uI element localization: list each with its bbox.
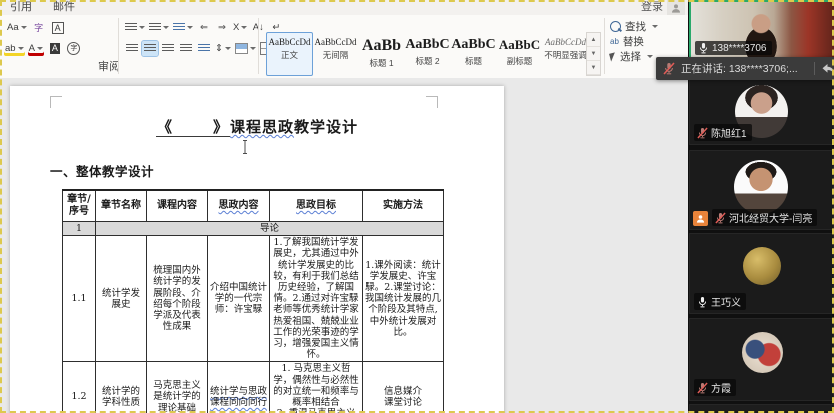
align-left-button[interactable] <box>124 41 140 56</box>
bullets-button[interactable] <box>124 20 146 35</box>
gallery-up-button[interactable]: ▲ <box>587 33 600 47</box>
shading-button[interactable] <box>234 41 257 56</box>
table-row: 1.2 统计学的学科性质 马克思主义是统计学的理论基础 统计学与思政课程同向同行… <box>63 362 444 413</box>
table-section-row: 1 导论 <box>63 222 444 236</box>
account-avatar-icon[interactable] <box>667 0 685 15</box>
ribbon-tab-bar: 引用 邮件 审阅 视图 登录 <box>0 0 688 15</box>
find-icon <box>610 21 621 32</box>
replace-icon: ab <box>610 37 619 46</box>
character-border-button[interactable]: A <box>50 20 66 35</box>
tab-mailings[interactable]: 邮件 <box>53 0 75 15</box>
table-header-row: 章节/序号 章节名称 课程内容 思政内容 思政目标 实施方法 <box>63 190 444 222</box>
change-case-button[interactable]: Aa <box>6 20 28 35</box>
host-badge-icon <box>693 211 708 226</box>
select-button[interactable]: 选择 <box>610 49 653 64</box>
col-course-content: 课程内容 <box>147 190 208 222</box>
avatar <box>743 247 781 285</box>
enclose-characters-button[interactable]: 字 <box>66 41 82 56</box>
participant-name-chip: 138****3706 <box>695 41 772 55</box>
col-chapter-no: 章节/序号 <box>63 190 96 222</box>
font-color-button[interactable]: A <box>28 41 44 56</box>
gallery-more-button[interactable]: ▼ <box>587 61 600 75</box>
style-no-spacing[interactable]: AaBbCcDd 无间隔 <box>312 32 359 76</box>
toast-divider <box>814 62 815 75</box>
document-canvas: 《》课程思政教学设计 一、整体教学设计 章节/序号 章节名称 课程内容 <box>0 78 672 413</box>
participant-tile[interactable]: 方霞 <box>689 318 834 401</box>
align-center-button[interactable] <box>142 41 158 56</box>
avatar <box>742 332 783 373</box>
style-title[interactable]: AaBbC 标题 <box>450 32 497 76</box>
line-spacing-button[interactable]: ⇕ <box>214 41 232 56</box>
speaking-toast: 正在讲话: 138****3706;... <box>656 57 834 80</box>
text-cursor-ibeam <box>241 139 249 159</box>
replace-button[interactable]: ab 替换 <box>610 34 644 49</box>
justify-button[interactable] <box>178 41 194 56</box>
align-right-button[interactable] <box>160 41 176 56</box>
participant-name-chip: 陈旭红1 <box>694 124 752 141</box>
col-chapter-name: 章节名称 <box>96 190 147 222</box>
margin-mark-top-right <box>426 96 438 108</box>
mic-muted-icon <box>663 62 675 75</box>
speaking-toast-text: 正在讲话: 138****3706;... <box>681 61 808 76</box>
avatar <box>734 160 788 214</box>
document-page[interactable]: 《》课程思政教学设计 一、整体教学设计 章节/序号 章节名称 课程内容 <box>10 86 504 413</box>
style-gallery-scroll: ▲ ▼ ▼ <box>586 32 601 76</box>
section-heading: 一、整体教学设计 <box>50 161 504 180</box>
mic-on-icon <box>697 296 708 308</box>
style-heading2[interactable]: AaBbC 标题 2 <box>404 32 451 76</box>
mic-on-icon <box>698 42 709 54</box>
tab-references[interactable]: 引用 <box>10 0 32 15</box>
participant-tile[interactable]: 河北经贸大学-闫亮 <box>689 150 834 230</box>
sign-in-link[interactable]: 登录 <box>641 0 663 15</box>
document-title: 《》课程思政教学设计 <box>10 116 504 137</box>
ribbon-body: Aa 字 A ab A A 字 ⇐ ⇒ <box>0 15 688 62</box>
increase-indent-button[interactable]: ⇒ <box>214 20 230 35</box>
find-button[interactable]: 查找 <box>610 19 658 34</box>
asian-layout-button[interactable]: X <box>232 20 248 35</box>
numbering-button[interactable] <box>148 20 170 35</box>
participant-name-chip: 方霞 <box>694 379 736 396</box>
participant-tile[interactable]: 王巧义 <box>689 233 834 314</box>
select-cursor-icon <box>609 52 617 61</box>
participant-tile-partial[interactable] <box>689 404 834 413</box>
participant-tile-active-speaker[interactable]: 138****3706 <box>689 0 834 61</box>
col-ideology-goal: 思政目标 <box>270 190 363 222</box>
word-window: 引用 邮件 审阅 视图 登录 Aa 字 A ab A A <box>0 0 688 413</box>
col-method: 实施方法 <box>363 190 444 222</box>
style-heading1[interactable]: AaBb 标题 1 <box>358 32 405 76</box>
reply-arrow-icon[interactable] <box>821 63 834 75</box>
gallery-down-button[interactable]: ▼ <box>587 47 600 61</box>
mic-muted-icon <box>697 127 708 139</box>
distribute-button[interactable] <box>196 41 212 56</box>
phonetic-guide-button[interactable]: 字 <box>31 20 47 35</box>
table-row: 1.1 统计学发展史 梳理国内外统计学的发展阶段、介绍每个阶段学派及代表性成果 … <box>63 236 444 362</box>
style-normal[interactable]: AaBbCcDd 正文 <box>266 32 313 76</box>
decrease-indent-button[interactable]: ⇐ <box>196 20 212 35</box>
margin-mark-top-left <box>50 96 62 108</box>
shared-screen: 引用 邮件 审阅 视图 登录 Aa 字 A ab A A <box>0 0 834 413</box>
participant-name-chip: 河北经贸大学-闫亮 <box>712 209 817 226</box>
ribbon: 引用 邮件 审阅 视图 登录 Aa 字 A ab A A <box>0 0 688 79</box>
mic-muted-icon <box>715 212 726 224</box>
participant-name-chip: 王巧义 <box>694 293 746 310</box>
multilevel-list-button[interactable] <box>172 20 194 35</box>
teaching-design-table: 章节/序号 章节名称 课程内容 思政内容 思政目标 实施方法 1 导论 1.1 … <box>62 189 444 413</box>
style-subtitle[interactable]: AaBbC 副标题 <box>496 32 543 76</box>
character-shading-button[interactable]: A <box>47 41 63 56</box>
col-ideology-content: 思政内容 <box>208 190 270 222</box>
mic-muted-icon <box>697 382 708 394</box>
style-subtle-emphasis[interactable]: AaBbCcDd 不明显强调 <box>542 32 589 76</box>
text-highlight-color-button[interactable]: ab <box>4 41 25 56</box>
